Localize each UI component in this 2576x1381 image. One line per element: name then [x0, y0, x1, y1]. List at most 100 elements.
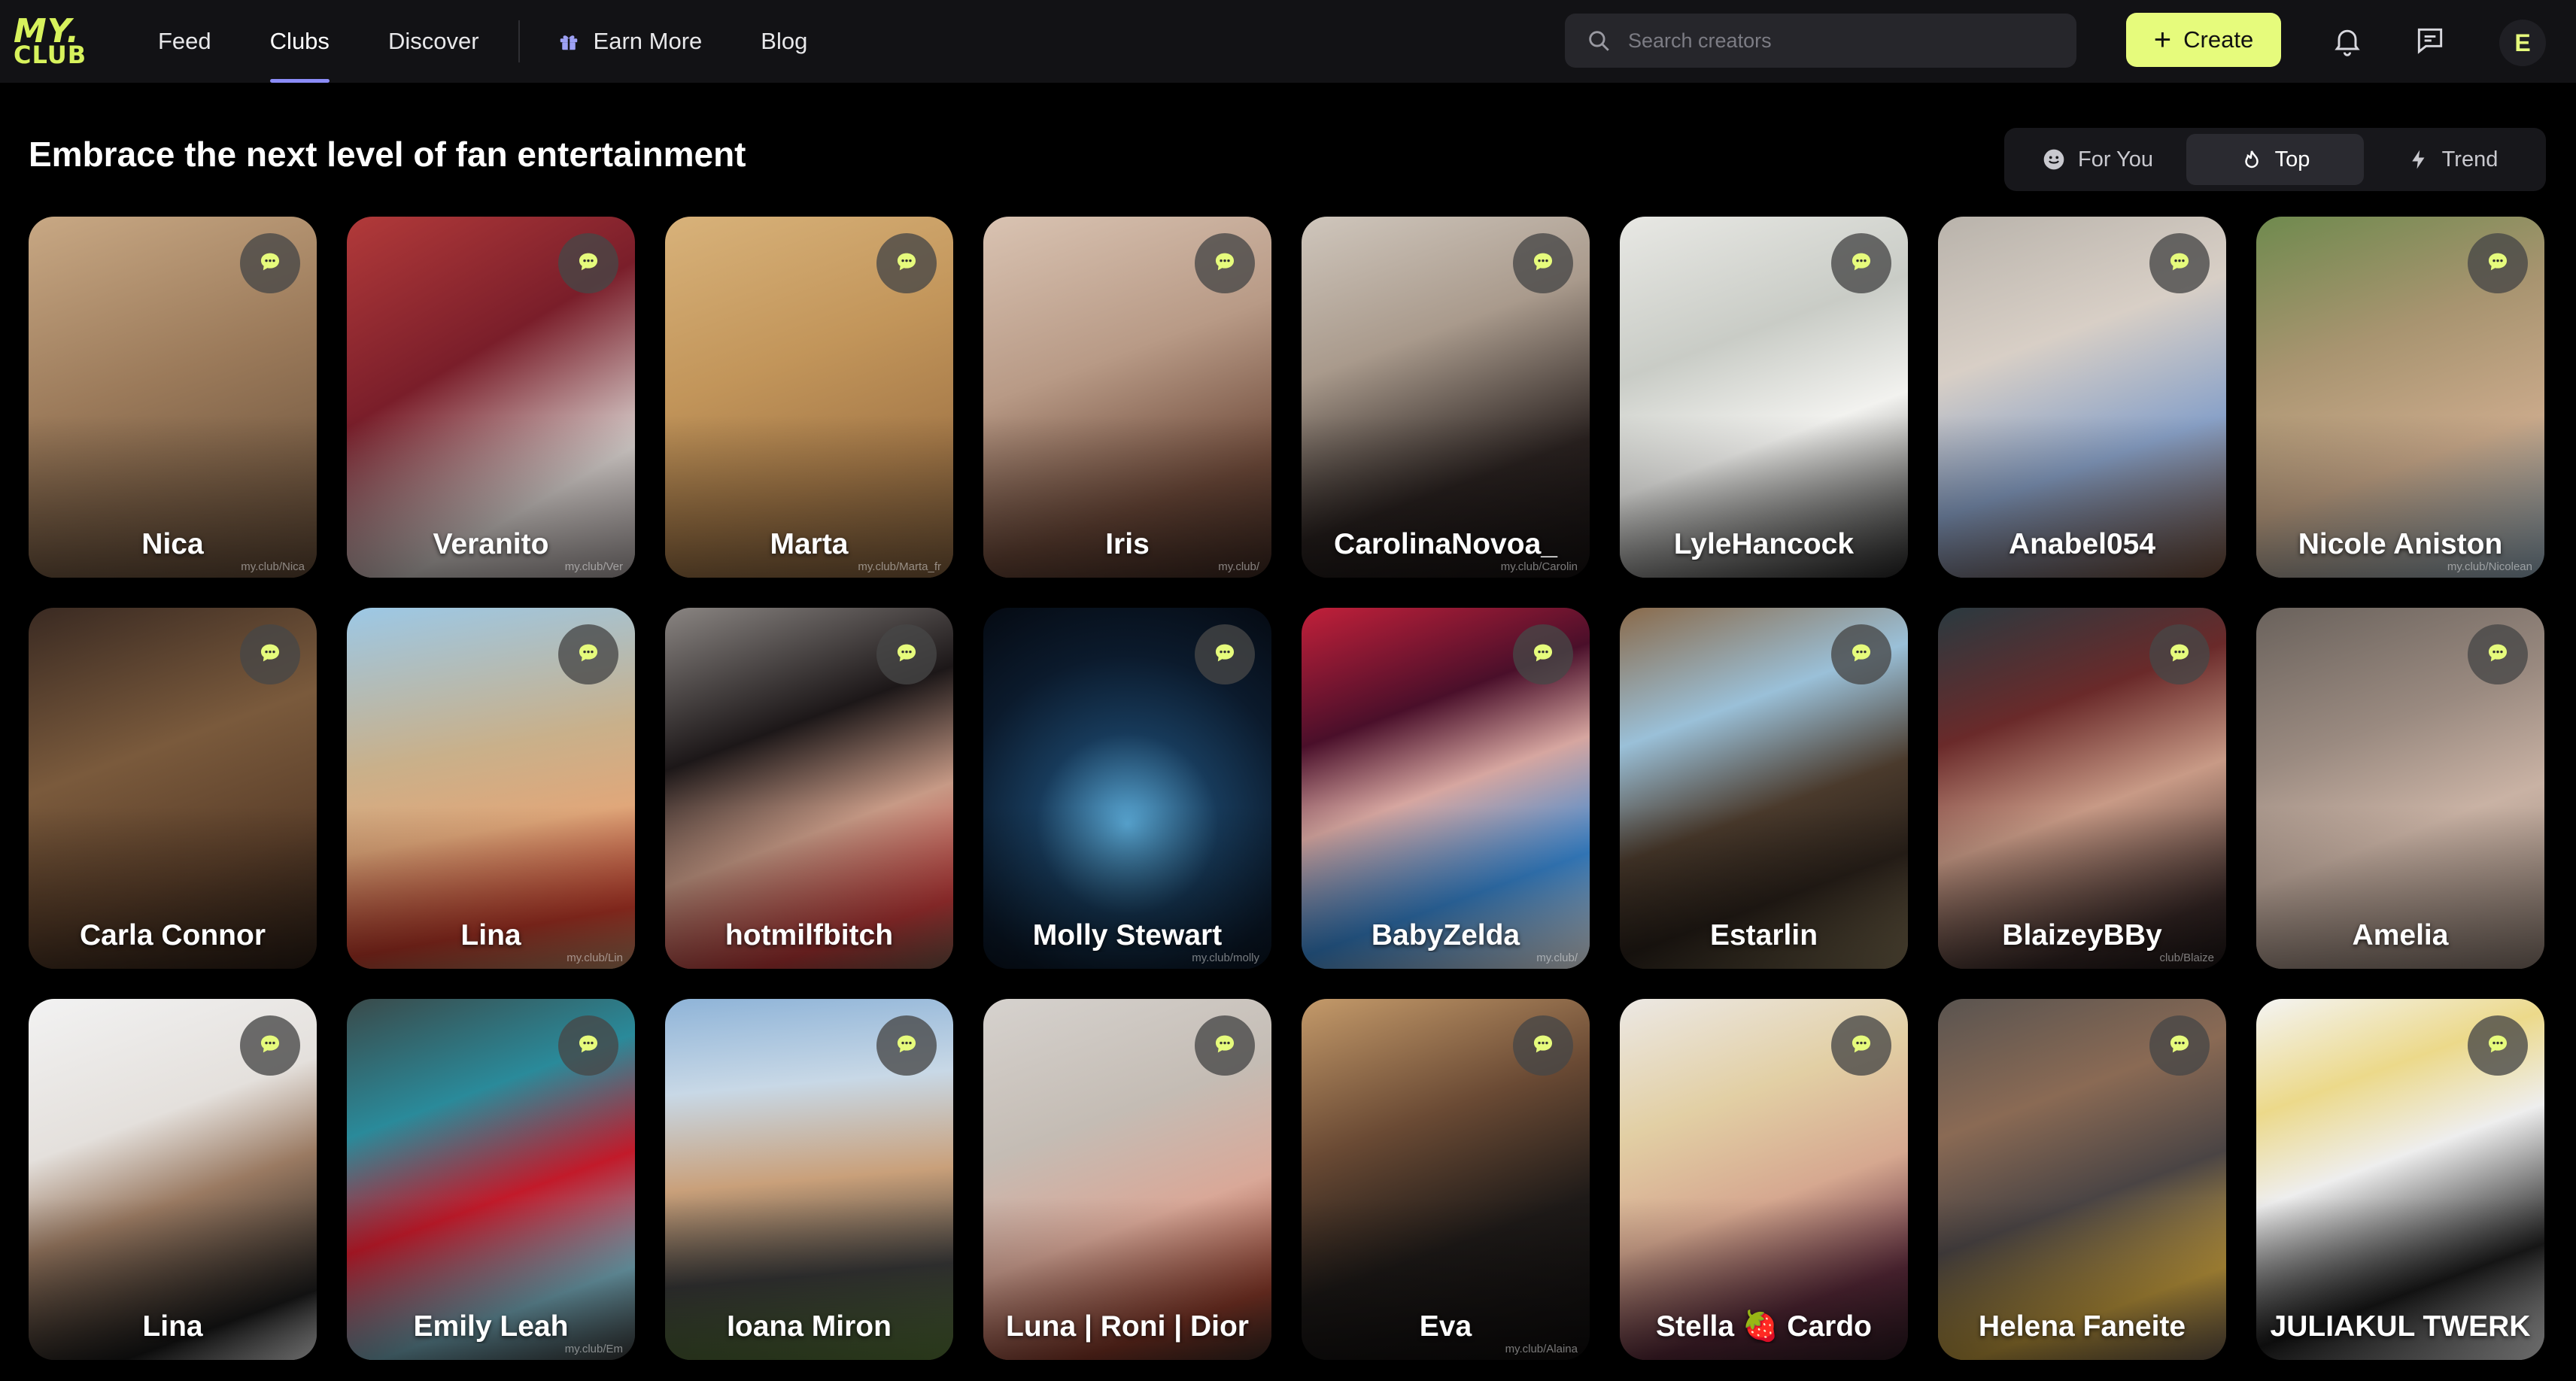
chat-bubble-button[interactable]	[240, 624, 300, 684]
chat-bubble-button[interactable]	[1831, 624, 1891, 684]
creator-card[interactable]: Luna | Roni | Dior	[983, 999, 1271, 1360]
chat-icon	[2167, 249, 2192, 278]
tab-top[interactable]: Top	[2186, 134, 2364, 185]
smile-icon	[2042, 147, 2066, 171]
chat-icon	[576, 249, 601, 278]
creator-card[interactable]: Lina	[29, 999, 317, 1360]
chat-bubble-button[interactable]	[2149, 233, 2210, 293]
creator-card[interactable]: BabyZelda my.club/	[1302, 608, 1590, 969]
nav-earn-more[interactable]: Earn More	[557, 0, 703, 83]
nav-discover[interactable]: Discover	[388, 0, 479, 83]
chat-bubble-button[interactable]	[1195, 624, 1255, 684]
chat-bubble-button[interactable]	[558, 624, 618, 684]
creator-card[interactable]: Nica my.club/Nica	[29, 217, 317, 578]
chat-bubble-button[interactable]	[1195, 233, 1255, 293]
chat-icon	[1848, 1031, 1874, 1061]
creator-grid: Nica my.club/Nica Veranito my.club/Ver M…	[29, 217, 2549, 1360]
chat-bubble-button[interactable]	[1195, 1015, 1255, 1076]
creator-card[interactable]: Amelia	[2256, 608, 2544, 969]
creator-watermark: my.club/	[1536, 952, 1578, 964]
creator-name: Lina	[142, 1310, 203, 1343]
creator-card[interactable]: hotmilfbitch	[665, 608, 953, 969]
tab-for-you[interactable]: For You	[2009, 134, 2186, 185]
chat-bubble-button[interactable]	[240, 233, 300, 293]
chat-bubble-button[interactable]	[2468, 1015, 2528, 1076]
bell-icon	[2331, 24, 2364, 61]
creator-card[interactable]: Iris my.club/	[983, 217, 1271, 578]
chat-icon	[576, 1031, 601, 1061]
creator-watermark: my.club/Em	[564, 1343, 623, 1355]
creator-watermark: club/Blaize	[2159, 952, 2214, 964]
search-bar[interactable]	[1565, 14, 2076, 68]
creator-card[interactable]: Estarlin	[1620, 608, 1908, 969]
chat-icon	[894, 1031, 919, 1061]
creator-card[interactable]: Eva my.club/Alaina	[1302, 999, 1590, 1360]
nav-clubs[interactable]: Clubs	[269, 0, 330, 83]
chat-bubble-button[interactable]	[2149, 624, 2210, 684]
chat-icon	[1848, 640, 1874, 669]
chat-bubble-button[interactable]	[558, 233, 618, 293]
creator-name: Molly Stewart	[1032, 919, 1223, 952]
creator-card[interactable]: Emily Leah my.club/Em	[347, 999, 635, 1360]
chat-bubble-button[interactable]	[876, 624, 937, 684]
creator-name: Lina	[460, 919, 521, 952]
creator-card[interactable]: Ioana Miron	[665, 999, 953, 1360]
plus-icon: +	[2153, 23, 2172, 56]
logo-line-2: CLUB	[14, 41, 87, 70]
chat-bubble-button[interactable]	[1513, 233, 1573, 293]
tab-trend[interactable]: Trend	[2364, 134, 2541, 185]
creator-name: JULIAKUL TWERK	[2270, 1310, 2531, 1343]
chat-icon	[2167, 1031, 2192, 1061]
creator-name: CarolinaNovoa_	[1334, 528, 1557, 560]
chat-bubble-button[interactable]	[876, 1015, 937, 1076]
creator-name: Nica	[141, 528, 204, 560]
nav-clubs-label: Clubs	[269, 28, 330, 54]
chat-icon	[2485, 640, 2511, 669]
user-avatar[interactable]: E	[2499, 20, 2546, 66]
chat-bubble-button[interactable]	[1831, 1015, 1891, 1076]
nav-feed[interactable]: Feed	[158, 0, 211, 83]
chat-icon	[257, 249, 283, 278]
chat-bubble-button[interactable]	[2468, 233, 2528, 293]
chat-icon	[1530, 249, 1556, 278]
messages-button[interactable]	[2407, 20, 2453, 65]
creator-card[interactable]: JULIAKUL TWERK	[2256, 999, 2544, 1360]
nav-earn-more-label: Earn More	[593, 28, 703, 54]
nav-blog[interactable]: Blog	[761, 0, 807, 83]
chat-bubble-button[interactable]	[1513, 1015, 1573, 1076]
creator-card[interactable]: Marta my.club/Marta_fr	[665, 217, 953, 578]
chat-bubble-button[interactable]	[1513, 624, 1573, 684]
chat-bubble-button[interactable]	[876, 233, 937, 293]
creator-card[interactable]: Carla Connor	[29, 608, 317, 969]
chat-icon	[257, 1031, 283, 1061]
creator-watermark: my.club/	[1218, 560, 1259, 573]
creator-card[interactable]: Lina my.club/Lin	[347, 608, 635, 969]
chat-bubble-button[interactable]	[2468, 624, 2528, 684]
creator-card[interactable]: Helena Faneite	[1938, 999, 2226, 1360]
notifications-button[interactable]	[2325, 20, 2370, 65]
search-icon	[1586, 28, 1612, 53]
creator-card[interactable]: Nicole Aniston my.club/Nicolean	[2256, 217, 2544, 578]
chat-icon	[894, 640, 919, 669]
creator-card[interactable]: CarolinaNovoa_ my.club/Carolin	[1302, 217, 1590, 578]
chat-bubble-button[interactable]	[240, 1015, 300, 1076]
search-input[interactable]	[1627, 28, 2051, 53]
myclub-logo[interactable]: MY. CLUB	[14, 14, 104, 70]
creator-name: Veranito	[433, 528, 549, 560]
create-button[interactable]: + Create	[2126, 13, 2281, 67]
creator-card[interactable]: Veranito my.club/Ver	[347, 217, 635, 578]
creator-card[interactable]: Stella 🍓 Cardo	[1620, 999, 1908, 1360]
creator-name: Ioana Miron	[727, 1310, 892, 1343]
chat-bubble-button[interactable]	[1831, 233, 1891, 293]
chat-bubble-button[interactable]	[2149, 1015, 2210, 1076]
creator-card[interactable]: Anabel054	[1938, 217, 2226, 578]
chat-icon	[1212, 640, 1238, 669]
creator-name: Luna | Roni | Dior	[1006, 1310, 1249, 1343]
creator-card[interactable]: Molly Stewart my.club/molly	[983, 608, 1271, 969]
creator-card[interactable]: LyleHancock	[1620, 217, 1908, 578]
chat-icon	[1848, 249, 1874, 278]
top-navigation-bar: MY. CLUB Feed Clubs Discover Earn More B…	[0, 0, 2576, 83]
creator-card[interactable]: BlaizeyBBy club/Blaize	[1938, 608, 2226, 969]
chat-bubble-button[interactable]	[558, 1015, 618, 1076]
creator-name: BlaizeyBBy	[2002, 919, 2162, 952]
